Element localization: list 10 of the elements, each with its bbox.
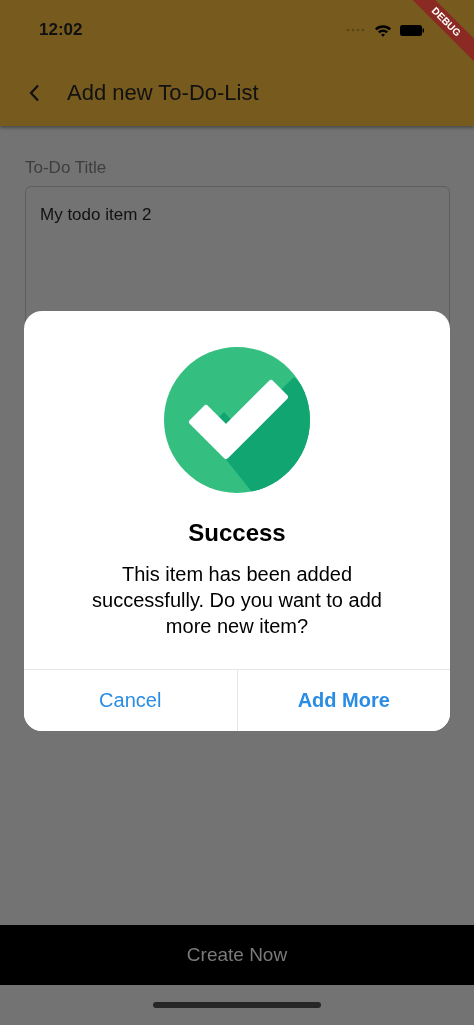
battery-icon — [400, 24, 424, 36]
back-icon[interactable] — [28, 84, 40, 102]
dialog-title: Success — [188, 519, 286, 547]
dialog-message: This item has been added successfully. Do you want to add more new item? — [91, 562, 383, 639]
dialog-button[interactable]: Add More — [236, 670, 450, 731]
wifi-icon — [374, 23, 392, 37]
status-time: 12:02 — [39, 20, 83, 40]
page-title: Add new To-Do-List — [67, 80, 259, 106]
create-now-button[interactable]: Create Now — [0, 925, 474, 985]
check-circle-icon — [164, 347, 310, 493]
